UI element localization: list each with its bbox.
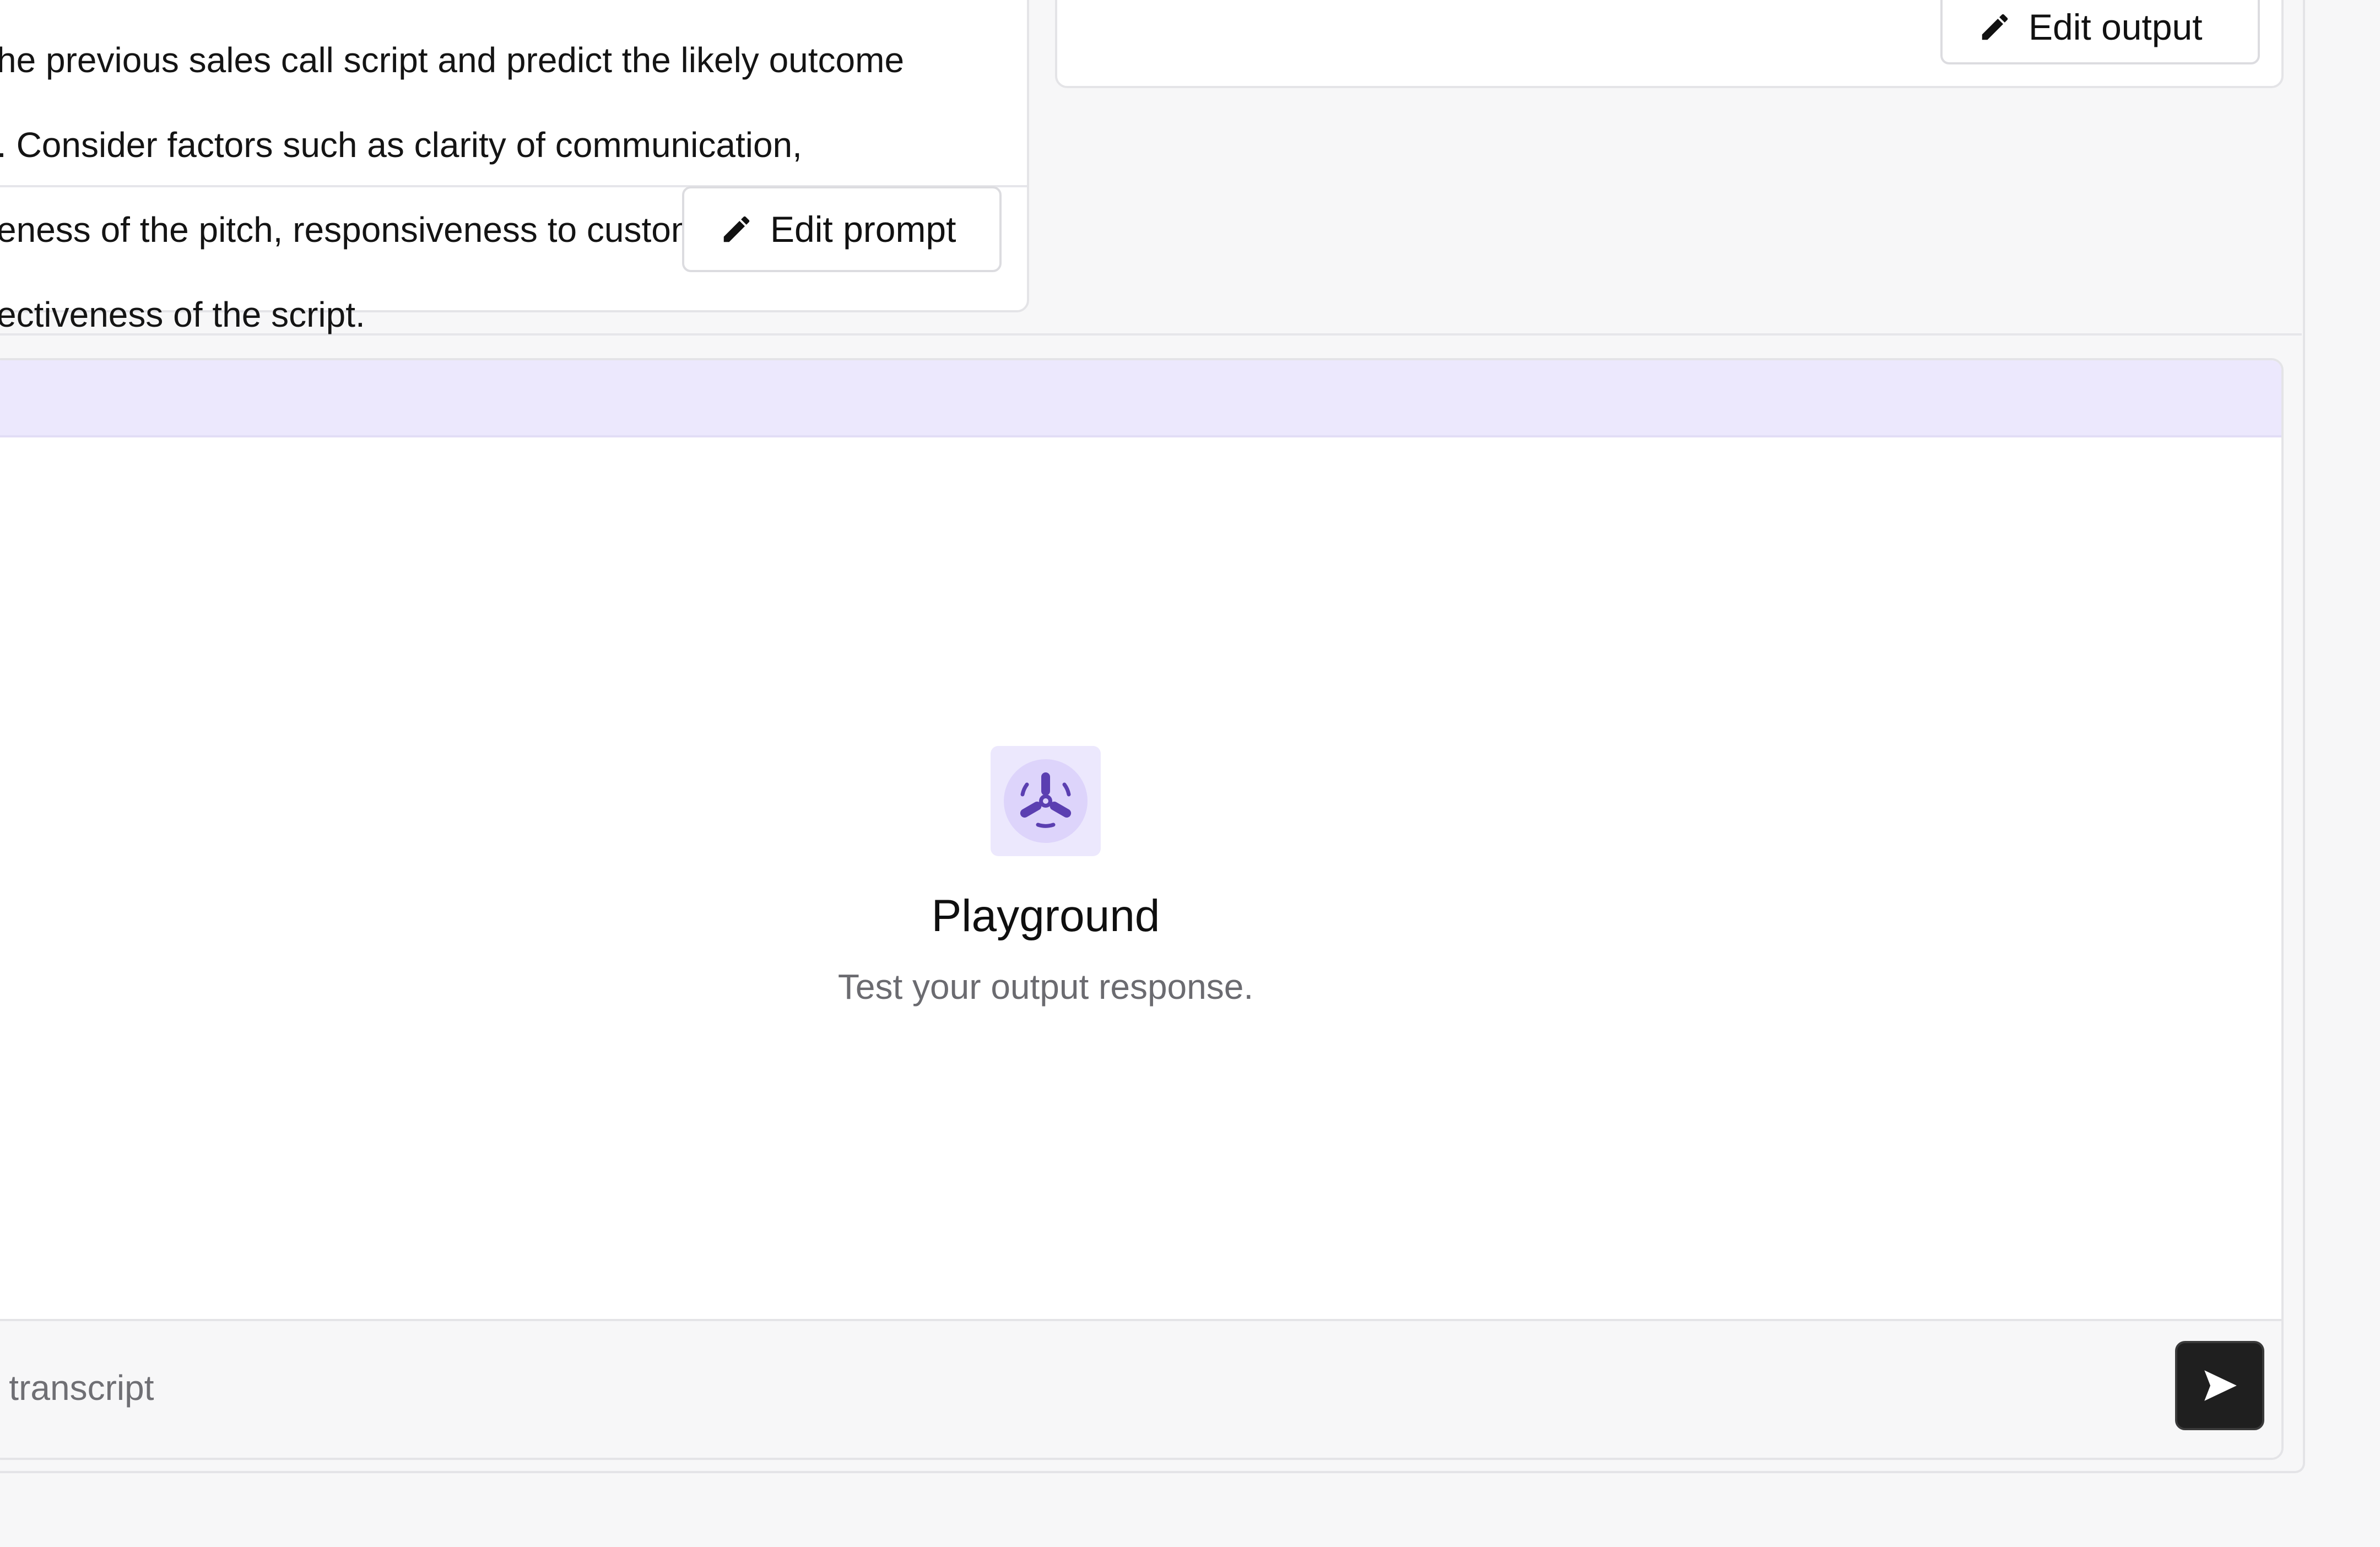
prompt-line: ectiveness of the script. — [0, 295, 365, 334]
pencil-icon — [723, 216, 750, 242]
edit-prompt-button[interactable]: Edit prompt — [682, 186, 1002, 272]
chat-input-bar — [0, 1319, 2281, 1458]
send-icon — [2204, 1370, 2237, 1401]
send-button[interactable] — [2175, 1341, 2264, 1430]
edit-output-label: Edit output — [2029, 6, 2203, 47]
edit-prompt-label: Edit prompt — [770, 209, 956, 250]
transcript-input[interactable] — [0, 1354, 2142, 1421]
playground-fan-icon — [1004, 759, 1088, 843]
edit-output-button[interactable]: Edit output — [1940, 0, 2260, 64]
playground-icon-box — [991, 746, 1101, 856]
prompt-line: . Consider factors such as clarity of co… — [0, 125, 802, 165]
app-root: he previous sales call script and predic… — [0, 0, 2380, 1547]
pencil-icon — [1982, 14, 2008, 40]
prompt-card: he previous sales call script and predic… — [0, 0, 1029, 334]
playground-subtitle: Test your output response. — [837, 967, 1254, 1007]
playground-header: pt — [0, 360, 2281, 437]
prompt-line: he previous sales call script and predic… — [0, 40, 905, 80]
playground-card: pt — [0, 358, 2284, 1460]
playground-title: Playground — [931, 891, 1160, 941]
